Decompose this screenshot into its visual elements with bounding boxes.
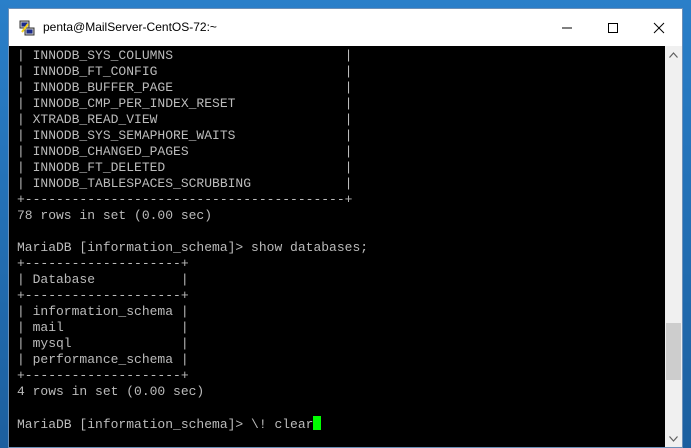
terminal-line: +--------------------+ xyxy=(17,288,189,303)
scroll-track[interactable] xyxy=(665,63,682,430)
maximize-icon xyxy=(608,22,618,33)
minimize-icon xyxy=(562,27,572,28)
terminal-line: | INNODB_TABLESPACES_SCRUBBING | xyxy=(17,176,353,191)
terminal-line: | INNODB_BUFFER_PAGE | xyxy=(17,80,353,95)
putty-icon[interactable] xyxy=(19,20,35,36)
terminal-line: | mysql | xyxy=(17,336,189,351)
scroll-up-button[interactable] xyxy=(665,46,682,63)
prompt-text: MariaDB [information_schema]> \! clear xyxy=(17,417,314,432)
terminal-line: | INNODB_FT_DELETED | xyxy=(17,160,353,175)
close-icon xyxy=(653,22,665,33)
vertical-scrollbar[interactable] xyxy=(665,46,682,447)
terminal-line: 78 rows in set (0.00 sec) xyxy=(17,208,213,223)
window-title: penta@MailServer-CentOS-72:~ xyxy=(43,20,217,34)
putty-window: penta@MailServer-CentOS-72:~ | INNODB_SY… xyxy=(8,8,683,448)
arrow-up-icon xyxy=(669,51,678,58)
terminal-line: | INNODB_CMP_PER_INDEX_RESET | xyxy=(17,96,353,111)
arrow-down-icon xyxy=(669,435,678,442)
text-cursor xyxy=(313,416,322,430)
scroll-thumb[interactable] xyxy=(666,323,681,380)
close-button[interactable] xyxy=(636,9,682,46)
terminal-line: | XTRADB_READ_VIEW | xyxy=(17,112,353,127)
terminal-output: | INNODB_SYS_COLUMNS | | INNODB_FT_CONFI… xyxy=(17,48,368,432)
desktop-background: penta@MailServer-CentOS-72:~ | INNODB_SY… xyxy=(0,0,691,448)
terminal-line: | Database | xyxy=(17,272,189,287)
terminal-line: | INNODB_CHANGED_PAGES | xyxy=(17,144,353,159)
title-bar[interactable]: penta@MailServer-CentOS-72:~ xyxy=(9,9,682,46)
terminal-line: +--------------------+ xyxy=(17,256,189,271)
minimize-button[interactable] xyxy=(544,9,590,46)
terminal-line: +---------------------------------------… xyxy=(17,192,353,207)
terminal-line: | INNODB_SYS_COLUMNS | xyxy=(17,48,353,63)
terminal-line: 4 rows in set (0.00 sec) xyxy=(17,384,205,399)
terminal-line: MariaDB [information_schema]> show datab… xyxy=(17,240,369,255)
scroll-down-button[interactable] xyxy=(665,430,682,447)
maximize-button[interactable] xyxy=(590,9,636,46)
terminal-line: +--------------------+ xyxy=(17,368,189,383)
terminal-line: | mail | xyxy=(17,320,189,335)
terminal-line: | INNODB_SYS_SEMAPHORE_WAITS | xyxy=(17,128,353,143)
terminal-prompt-line[interactable]: MariaDB [information_schema]> \! clear xyxy=(17,416,368,432)
terminal-line: | information_schema | xyxy=(17,304,189,319)
terminal-area[interactable]: | INNODB_SYS_COLUMNS | | INNODB_FT_CONFI… xyxy=(9,46,665,447)
terminal-line: | performance_schema | xyxy=(17,352,189,367)
terminal-line: | INNODB_FT_CONFIG | xyxy=(17,64,353,79)
